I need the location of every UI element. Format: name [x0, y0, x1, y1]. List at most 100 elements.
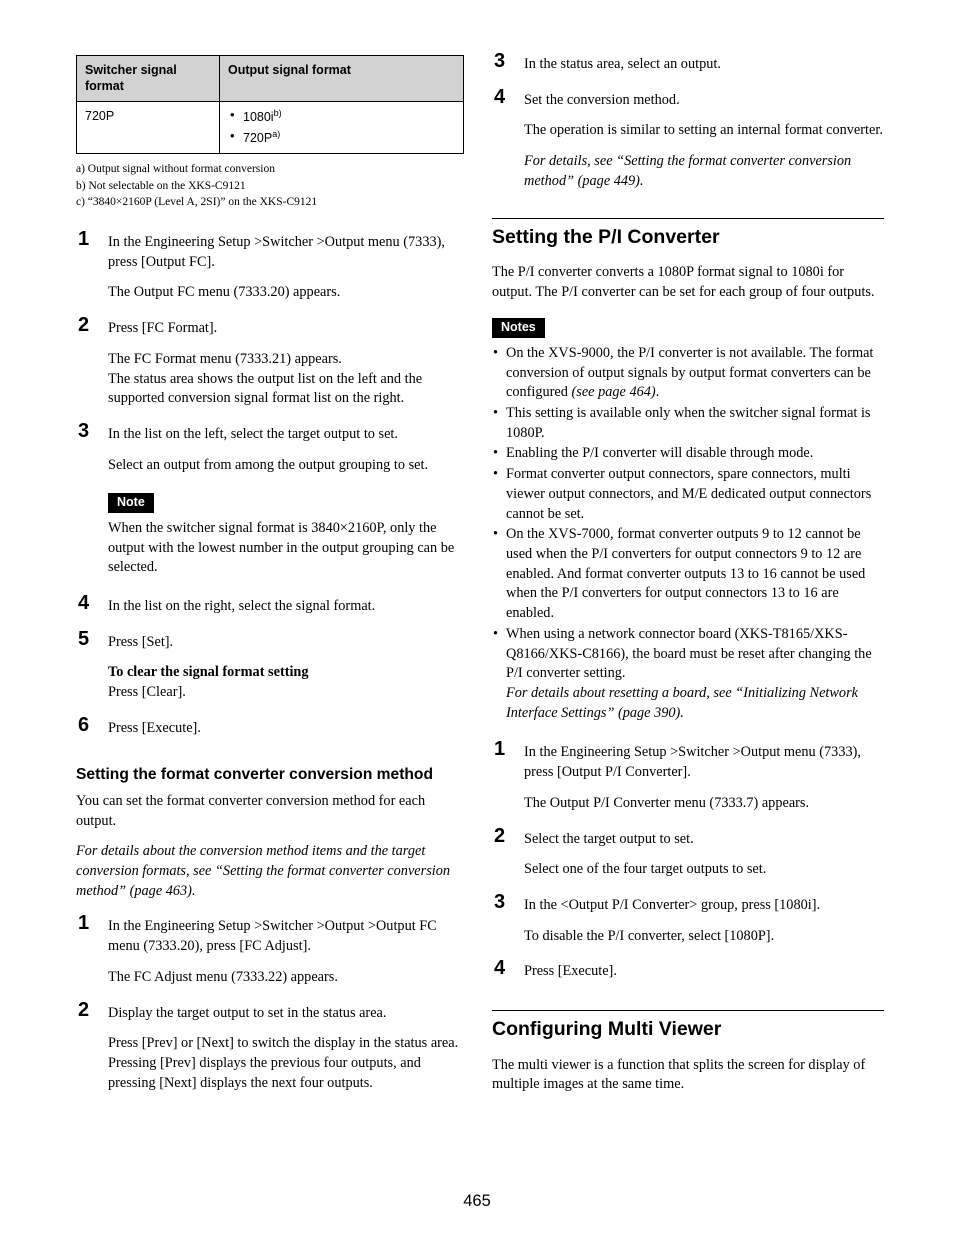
clear-setting-heading: To clear the signal format setting	[108, 664, 309, 681]
step-6: 6 Press [Execute].	[76, 715, 468, 739]
step-text: Select the target output to set.	[524, 830, 694, 847]
list-item: When using a network connector board (XK…	[492, 625, 884, 724]
step-text: In the <Output P/I Converter> group, pre…	[524, 897, 821, 914]
fc-adjust-step-2: 2 Display the target output to set in th…	[76, 1000, 468, 1094]
document-page: Switcher signal format Output signal for…	[0, 0, 954, 1244]
step-result: Select an output from among the output g…	[108, 456, 429, 473]
step-result: Press [Prev] or [Next] to switch the dis…	[108, 1035, 459, 1091]
table-cell-switcher-format: 720P	[76, 100, 220, 155]
subsection-format-converter: Setting the format converter conversion …	[76, 765, 468, 902]
table-header-switcher-signal-format: Switcher signal format	[76, 55, 220, 102]
step-result: The FC Format menu (7333.21) appears. Th…	[108, 350, 423, 407]
step-reference: For details, see “Setting the format con…	[524, 153, 852, 189]
note-italic-reference: (see page 464)	[571, 384, 656, 401]
subsection-intro: You can set the format converter convers…	[76, 792, 426, 829]
note-italic-reference: For details about resetting a board, see…	[506, 685, 858, 721]
fc-adjust-step-3: 3 In the status area, select an output.	[492, 51, 884, 75]
pi-step-3: 3 In the <Output P/I Converter> group, p…	[492, 892, 884, 946]
step-text: Press [FC Format].	[108, 320, 218, 337]
step-number: 1	[78, 912, 90, 935]
step-result: To disable the P/I converter, select [10…	[524, 927, 775, 944]
fc-adjust-step-1: 1 In the Engineering Setup >Switcher >Ou…	[76, 913, 468, 987]
step-1: 1 In the Engineering Setup >Switcher >Ou…	[76, 229, 468, 303]
step-text: In the status area, select an output.	[524, 56, 721, 72]
section-intro: The multi viewer is a function that spli…	[492, 1056, 866, 1093]
step-4: 4 In the list on the right, select the s…	[76, 593, 468, 617]
list-item: This setting is available only when the …	[492, 404, 884, 443]
output-format-label: 1080i	[243, 110, 274, 125]
step-number: 1	[494, 738, 506, 761]
list-item: 720Pa)	[228, 128, 455, 146]
note-text: This setting is available only when the …	[506, 404, 871, 441]
step-text: Press [Execute].	[524, 963, 617, 980]
clear-setting-body: Press [Clear].	[108, 684, 186, 701]
table-row: 720P 1080ib) 720Pa)	[76, 100, 464, 155]
step-text: Press [Set].	[108, 633, 174, 650]
step-number: 2	[78, 998, 90, 1021]
note-block: Note When the switcher signal format is …	[76, 493, 468, 578]
section-heading-pi-converter: Setting the P/I Converter	[492, 217, 884, 249]
step-result: Select one of the four target outputs to…	[524, 861, 767, 878]
step-result: The operation is similar to setting an i…	[524, 122, 883, 139]
step-result: The Output P/I Converter menu (7333.7) a…	[524, 794, 810, 811]
pi-step-2: 2 Select the target output to set. Selec…	[492, 826, 884, 880]
pi-step-1: 1 In the Engineering Setup >Switcher >Ou…	[492, 739, 884, 813]
right-column: 3 In the status area, select an output. …	[492, 51, 884, 1095]
section-heading-multi-viewer: Configuring Multi Viewer	[492, 1010, 884, 1041]
list-item: Format converter output connectors, spar…	[492, 465, 884, 524]
step-number: 3	[494, 891, 506, 914]
list-item: 1080ib)	[228, 107, 455, 125]
step-number: 4	[494, 957, 506, 980]
section-intro: The P/I converter converts a 1080P forma…	[492, 263, 875, 300]
notes-block: Notes On the XVS-9000, the P/I converter…	[492, 318, 884, 723]
step-text: In the list on the left, select the targ…	[108, 425, 398, 442]
output-format-list: 1080ib) 720Pa)	[228, 107, 455, 146]
step-text: Display the target output to set in the …	[108, 1004, 387, 1021]
note-text: On the XVS-7000, format converter output…	[506, 526, 866, 622]
note-text: Enabling the P/I converter will disable …	[506, 445, 814, 462]
signal-format-table: Switcher signal format Output signal for…	[76, 55, 464, 155]
footnote-c: c) “3840×2160P (Level A, 2SI)” on the XK…	[76, 196, 318, 209]
step-number: 4	[78, 591, 90, 614]
step-result: The Output FC menu (7333.20) appears.	[108, 284, 341, 301]
list-item: Enabling the P/I converter will disable …	[492, 444, 884, 464]
step-text: In the list on the right, select the sig…	[108, 597, 376, 614]
step-text: Set the conversion method.	[524, 91, 680, 108]
step-number: 2	[78, 314, 90, 337]
table-header-row: Switcher signal format Output signal for…	[76, 55, 464, 102]
footnote-marker: b)	[273, 108, 282, 118]
subsection-reference: For details about the conversion method …	[76, 843, 451, 899]
list-item: On the XVS-7000, format converter output…	[492, 525, 884, 624]
footnote-marker: a)	[272, 129, 281, 140]
step-number: 1	[78, 227, 90, 250]
step-number: 2	[494, 824, 506, 847]
left-column: Switcher signal format Output signal for…	[76, 55, 468, 1094]
page-number: 465	[463, 1192, 491, 1210]
fc-adjust-step-4: 4 Set the conversion method. The operati…	[492, 87, 884, 192]
list-item: On the XVS-9000, the P/I converter is no…	[492, 344, 884, 403]
step-5: 5 Press [Set]. To clear the signal forma…	[76, 629, 468, 703]
note-text: Format converter output connectors, spar…	[506, 466, 872, 522]
step-text: In the Engineering Setup >Switcher >Outp…	[524, 744, 861, 781]
step-result: The FC Adjust menu (7333.22) appears.	[108, 968, 338, 985]
step-text: Press [Execute].	[108, 719, 201, 736]
step-number: 6	[78, 713, 90, 736]
step-3: 3 In the list on the left, select the ta…	[76, 421, 468, 475]
notes-badge: Notes	[492, 318, 545, 338]
step-2: 2 Press [FC Format]. The FC Format menu …	[76, 315, 468, 409]
table-header-output-signal-format: Output signal format	[219, 55, 464, 102]
step-number: 3	[78, 419, 90, 442]
pi-step-4: 4 Press [Execute].	[492, 958, 884, 982]
note-text: When using a network connector board (XK…	[506, 625, 872, 682]
step-text: In the Engineering Setup >Switcher >Outp…	[108, 233, 445, 270]
step-number: 4	[494, 85, 506, 108]
output-format-label: 720P	[243, 131, 273, 146]
step-number: 3	[494, 50, 506, 72]
notes-list: On the XVS-9000, the P/I converter is no…	[492, 344, 884, 724]
note-tail: .	[655, 384, 660, 401]
section-multi-viewer: Configuring Multi Viewer The multi viewe…	[492, 1010, 884, 1095]
section-pi-converter: Setting the P/I Converter The P/I conver…	[492, 217, 884, 303]
footnote-a: a) Output signal without format conversi…	[76, 163, 275, 176]
table-cell-output-formats: 1080ib) 720Pa)	[219, 100, 464, 155]
footnote-b: b) Not selectable on the XKS-C9121	[76, 179, 246, 192]
